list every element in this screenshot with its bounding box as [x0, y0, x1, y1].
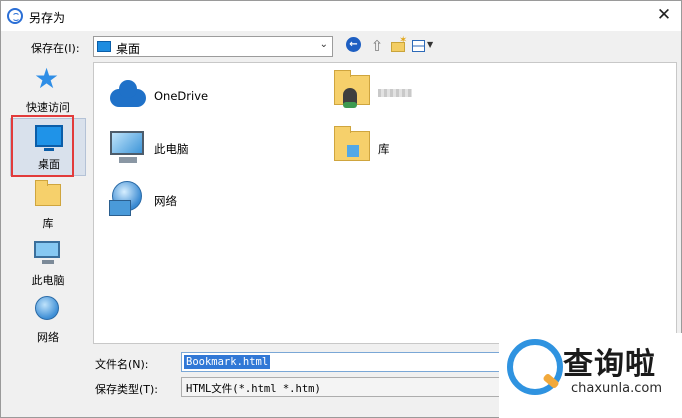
filename-value: Bookmark.html	[184, 355, 271, 369]
filetype-value: HTML文件(*.html *.htm)	[186, 383, 321, 395]
network-icon	[35, 296, 59, 320]
new-folder-button[interactable]: ✶	[390, 35, 408, 55]
nav-item-quick-access[interactable]: ★ 快速访问	[10, 62, 86, 120]
desktop-icon	[97, 41, 111, 52]
file-item-library[interactable]: 库	[324, 126, 524, 171]
watermark-logo: 查询啦 chaxunla.com	[499, 333, 682, 418]
dropdown-arrow-icon: ▼	[427, 40, 434, 49]
view-menu-button[interactable]: ▼	[412, 37, 436, 55]
back-button[interactable]: ←	[346, 37, 364, 55]
file-item-user-folder[interactable]	[324, 70, 524, 115]
file-item-label: 此电脑	[154, 142, 189, 156]
file-list[interactable]: OneDrive 此电脑 库 网络	[93, 62, 677, 344]
nav-item-label: 此电脑	[31, 274, 65, 287]
nav-item-this-pc[interactable]: 此电脑	[10, 235, 86, 293]
close-button[interactable]: ✕	[651, 3, 677, 27]
title-bar: 另存为 ✕	[1, 1, 681, 31]
blurred-file-label	[378, 89, 412, 97]
filetype-label: 保存类型(T):	[95, 383, 159, 396]
save-in-label: 保存在(I):	[31, 42, 80, 55]
file-item-this-pc[interactable]: 此电脑	[100, 127, 300, 171]
watermark-name: 查询啦	[563, 347, 656, 382]
save-in-value: 桌面	[116, 42, 141, 56]
computer-icon	[110, 131, 144, 163]
computer-icon	[34, 241, 60, 264]
nav-item-network[interactable]: 网络	[10, 292, 86, 350]
file-item-network[interactable]: 网络	[100, 179, 300, 223]
search-logo-icon	[507, 339, 563, 395]
window-title: 另存为	[29, 11, 66, 25]
file-item-label: 库	[378, 142, 390, 156]
up-folder-button[interactable]: ⇧	[368, 37, 386, 55]
network-icon	[109, 181, 142, 216]
nav-item-library[interactable]: 库	[10, 178, 86, 236]
onedrive-cloud-icon	[110, 80, 146, 107]
annotation-highlight	[11, 115, 74, 177]
sparkle-icon: ✶	[399, 35, 408, 46]
star-icon: ★	[34, 62, 60, 95]
save-as-dialog: 另存为 ✕ 保存在(I): 桌面 ⌄ ← ⇧ ✶ ▼ ★ 快速访问 桌面 库 此…	[0, 0, 682, 418]
library-badge-icon	[347, 145, 359, 157]
file-item-onedrive[interactable]: OneDrive	[100, 75, 300, 119]
nav-item-label: 快速访问	[26, 101, 70, 114]
back-arrow-icon: ←	[346, 37, 361, 52]
folder-icon	[35, 180, 61, 206]
view-icon	[412, 40, 425, 52]
user-folder-icon	[334, 70, 370, 108]
file-item-label: OneDrive	[154, 89, 209, 103]
app-icon	[7, 8, 23, 24]
places-bar: ★ 快速访问 桌面 库 此电脑 网络	[7, 62, 89, 344]
up-arrow-icon: ⇧	[370, 37, 384, 55]
file-item-label: 网络	[154, 194, 177, 208]
user-icon	[343, 88, 357, 108]
watermark-url: chaxunla.com	[571, 381, 662, 396]
nav-item-label: 网络	[37, 331, 59, 344]
chevron-down-icon: ⌄	[319, 39, 328, 50]
nav-item-label: 库	[42, 217, 54, 230]
filename-label: 文件名(N):	[95, 358, 149, 371]
library-folder-icon	[334, 126, 370, 161]
save-in-dropdown[interactable]: 桌面 ⌄	[93, 36, 333, 57]
